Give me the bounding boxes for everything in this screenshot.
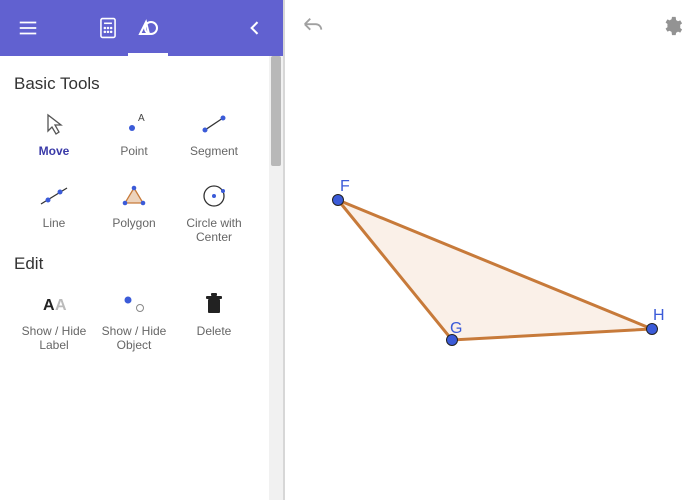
tool-label: Point [120, 144, 147, 158]
tool-label: Show / Hide Object [96, 324, 172, 353]
basic-tools-grid: Move A Point Segment [14, 104, 259, 248]
calculator-button[interactable] [88, 8, 128, 48]
shapes-button[interactable] [128, 0, 168, 56]
svg-text:A: A [55, 297, 67, 314]
move-icon [40, 110, 68, 138]
polygon-icon [120, 182, 148, 210]
tool-label: Segment [190, 144, 238, 158]
calculator-icon [98, 17, 118, 39]
app-header [0, 0, 283, 56]
collapse-panel-button[interactable] [235, 8, 275, 48]
show-hide-object-icon [120, 290, 148, 318]
menu-button[interactable] [8, 8, 48, 48]
canvas-area[interactable]: F G H [285, 0, 700, 500]
triangle-fgh[interactable] [338, 200, 652, 340]
segment-icon [200, 110, 228, 138]
tool-label: Show / Hide Label [16, 324, 92, 353]
edit-tools-grid: AA Show / Hide Label Show / Hide Object [14, 284, 259, 356]
section-basic-title: Basic Tools [14, 74, 259, 94]
show-hide-label-icon: AA [40, 290, 68, 318]
chevron-left-icon [245, 18, 265, 38]
point-label-h: H [653, 307, 665, 325]
tool-show-hide-object[interactable]: Show / Hide Object [94, 284, 174, 356]
line-icon [40, 182, 68, 210]
tool-segment[interactable]: Segment [174, 104, 254, 176]
tool-point[interactable]: A Point [94, 104, 174, 176]
point-label-g: G [450, 320, 462, 338]
circle-icon [200, 182, 228, 210]
svg-text:A: A [138, 113, 145, 124]
tool-label: Line [43, 216, 66, 230]
point-f[interactable] [333, 195, 344, 206]
point-icon: A [120, 110, 148, 138]
scroll-thumb[interactable] [271, 56, 281, 166]
tool-delete[interactable]: Delete [174, 284, 254, 356]
panel-scrollbar[interactable] [269, 56, 283, 500]
tool-label: Delete [197, 324, 232, 338]
point-h[interactable] [647, 324, 658, 335]
svg-text:A: A [43, 297, 55, 314]
point-label-f: F [340, 178, 350, 196]
tool-polygon[interactable]: Polygon [94, 176, 174, 248]
delete-icon [200, 290, 228, 318]
tool-circle[interactable]: Circle with Center [174, 176, 254, 248]
menu-icon [17, 17, 39, 39]
tool-label: Circle with Center [176, 216, 252, 245]
section-edit-title: Edit [14, 254, 259, 274]
shapes-icon [136, 15, 160, 39]
geometry-canvas[interactable] [285, 0, 700, 500]
tool-show-hide-label[interactable]: AA Show / Hide Label [14, 284, 94, 356]
tool-label: Move [39, 144, 70, 158]
tool-label: Polygon [112, 216, 155, 230]
tools-panel: Basic Tools Move A Point [0, 56, 269, 500]
tool-line[interactable]: Line [14, 176, 94, 248]
tool-move[interactable]: Move [14, 104, 94, 176]
